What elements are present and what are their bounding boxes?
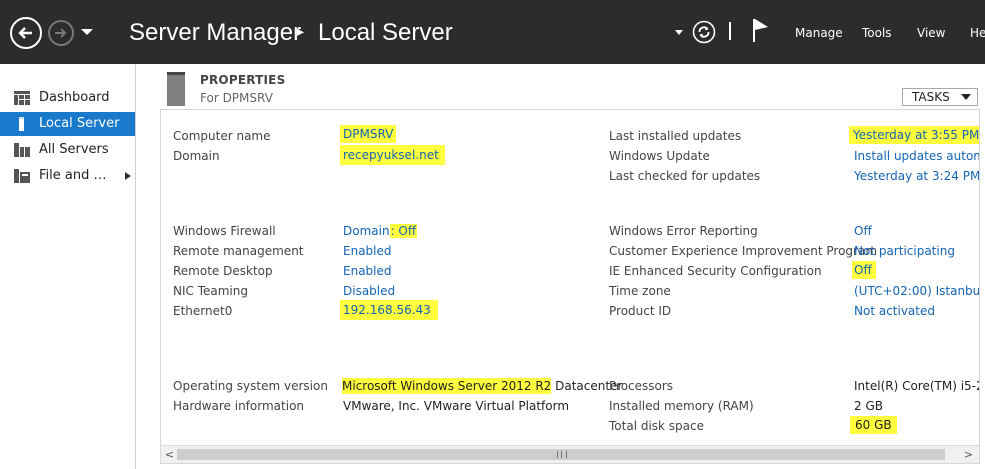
value-text: : Off xyxy=(389,224,418,238)
horizontal-scrollbar[interactable]: < > xyxy=(161,445,979,463)
value-nic-teaming[interactable]: Disabled xyxy=(343,283,395,299)
label-installed-memory: Installed memory (RAM) xyxy=(609,399,754,413)
label-error-reporting: Windows Error Reporting xyxy=(609,224,758,238)
value-ie-esc[interactable]: Off xyxy=(852,261,876,279)
sidebar-item-label: Dashboard xyxy=(39,90,110,105)
value-hardware-info: VMware, Inc. VMware Virtual Platform xyxy=(343,399,570,413)
value-prefix: Domain xyxy=(343,224,390,238)
grip-icon xyxy=(557,451,567,458)
value-text: 192.168.56.43 xyxy=(340,300,438,320)
label-ethernet0: Ethernet0 xyxy=(173,304,233,318)
value-total-disk: 60 GB xyxy=(850,416,897,434)
sidebar-item-label: Local Server xyxy=(39,116,120,131)
back-button[interactable] xyxy=(10,17,42,49)
arrow-left-icon xyxy=(18,27,32,39)
refresh-icon[interactable] xyxy=(692,20,716,44)
label-processors: Processors xyxy=(609,379,674,393)
label-product-id: Product ID xyxy=(609,304,672,318)
value-last-installed-updates[interactable]: Yesterday at 3:55 PM xyxy=(849,126,979,144)
properties-server-icon xyxy=(167,72,185,106)
label-remote-management: Remote management xyxy=(173,244,304,258)
value-os-version: Microsoft Windows Server 2012 R2 Datacen… xyxy=(342,378,622,394)
tasks-label: TASKS xyxy=(912,90,950,104)
value-domain[interactable]: recepyuksel.net xyxy=(340,145,445,165)
chevron-right-icon[interactable] xyxy=(125,172,131,180)
servers-icon xyxy=(14,143,30,157)
sidebar-item-file-storage[interactable]: File and Storage Services xyxy=(0,164,135,188)
label-nic-teaming: NIC Teaming xyxy=(173,284,248,298)
breadcrumb-separator: ▸ xyxy=(297,24,305,40)
label-ceip: Customer Experience Improvement Program xyxy=(609,244,878,258)
label-last-installed-updates: Last installed updates xyxy=(609,129,742,143)
chevron-down-icon xyxy=(961,94,971,100)
value-text: DPMSRV xyxy=(340,125,397,143)
label-domain: Domain xyxy=(173,149,220,163)
label-last-checked: Last checked for updates xyxy=(609,169,761,183)
sidebar-item-dashboard[interactable]: Dashboard xyxy=(0,86,135,110)
value-ethernet0[interactable]: 192.168.56.43 xyxy=(340,300,438,320)
value-processors: Intel(R) Core(TM) i5-2520M CPU @ 2.50GHz xyxy=(854,379,979,393)
scroll-right-icon[interactable]: > xyxy=(962,448,975,461)
value-computer-name[interactable]: DPMSRV xyxy=(340,125,397,143)
scrollbar-thumb[interactable] xyxy=(177,449,945,460)
label-remote-desktop: Remote Desktop xyxy=(173,264,273,278)
label-time-zone: Time zone xyxy=(609,284,671,298)
title-bar: Server Manager ▸ Local Server Manage Too… xyxy=(0,0,985,64)
label-ie-esc: IE Enhanced Security Configuration xyxy=(609,264,822,278)
sidebar-item-all-servers[interactable]: All Servers xyxy=(0,138,135,162)
value-last-checked[interactable]: Yesterday at 3:24 PM xyxy=(854,168,979,184)
value-text: Yesterday at 3:55 PM xyxy=(849,126,979,144)
menu-manage[interactable]: Manage xyxy=(795,26,843,40)
storage-icon xyxy=(14,169,30,183)
label-total-disk: Total disk space xyxy=(609,419,705,433)
value-text: Off xyxy=(852,261,876,279)
value-ceip[interactable]: Not participating xyxy=(854,243,955,259)
label-windows-update: Windows Update xyxy=(609,149,710,163)
menu-help[interactable]: Help xyxy=(970,26,985,40)
properties-subtitle: For DPMSRV xyxy=(200,91,273,105)
value-text: recepyuksel.net xyxy=(340,145,445,165)
arrow-right-icon xyxy=(55,28,67,38)
forward-button[interactable] xyxy=(48,20,74,46)
label-computer-name: Computer name xyxy=(173,129,271,143)
properties-panel: Computer name DPMSRV Domain recepyuksel.… xyxy=(160,109,980,464)
menu-view[interactable]: View xyxy=(917,26,945,40)
label-windows-firewall: Windows Firewall xyxy=(173,224,276,238)
value-time-zone[interactable]: (UTC+02:00) Istanbul xyxy=(854,283,979,299)
server-icon xyxy=(19,117,24,131)
label-os-version: Operating system version xyxy=(173,379,328,393)
sidebar-item-label: All Servers xyxy=(39,142,109,157)
value-text: Microsoft Windows Server 2012 R2 xyxy=(342,378,552,394)
breadcrumb-dropdown-icon[interactable] xyxy=(675,30,683,35)
page-title: Local Server xyxy=(318,19,453,46)
properties-title: PROPERTIES xyxy=(200,73,286,87)
history-dropdown-icon[interactable] xyxy=(81,29,93,35)
value-product-id[interactable]: Not activated xyxy=(854,303,935,319)
menu-tools[interactable]: Tools xyxy=(862,26,892,40)
app-title: Server Manager xyxy=(129,19,302,46)
value-windows-firewall[interactable]: Domain: Off xyxy=(343,223,418,239)
tasks-button[interactable]: TASKS xyxy=(902,88,978,106)
value-windows-update[interactable]: Install updates automatically using Wind… xyxy=(854,148,979,164)
notifications-flag-icon[interactable] xyxy=(751,17,771,43)
sidebar-item-local-server[interactable]: Local Server xyxy=(0,112,135,136)
dashboard-icon xyxy=(14,91,30,105)
main-content: PROPERTIES For DPMSRV TASKS Computer nam… xyxy=(136,64,985,469)
value-text: 60 GB xyxy=(850,416,897,434)
sidebar: Dashboard Local Server All Servers File … xyxy=(0,64,136,469)
sidebar-item-label: File and Storage Services xyxy=(39,168,113,183)
value-remote-management[interactable]: Enabled xyxy=(343,243,392,259)
value-remote-desktop[interactable]: Enabled xyxy=(343,263,392,279)
value-installed-memory: 2 GB xyxy=(854,399,883,413)
scroll-left-icon[interactable]: < xyxy=(163,448,176,461)
label-hardware-info: Hardware information xyxy=(173,399,305,413)
toolbar-divider xyxy=(729,22,731,40)
value-error-reporting[interactable]: Off xyxy=(854,223,872,239)
